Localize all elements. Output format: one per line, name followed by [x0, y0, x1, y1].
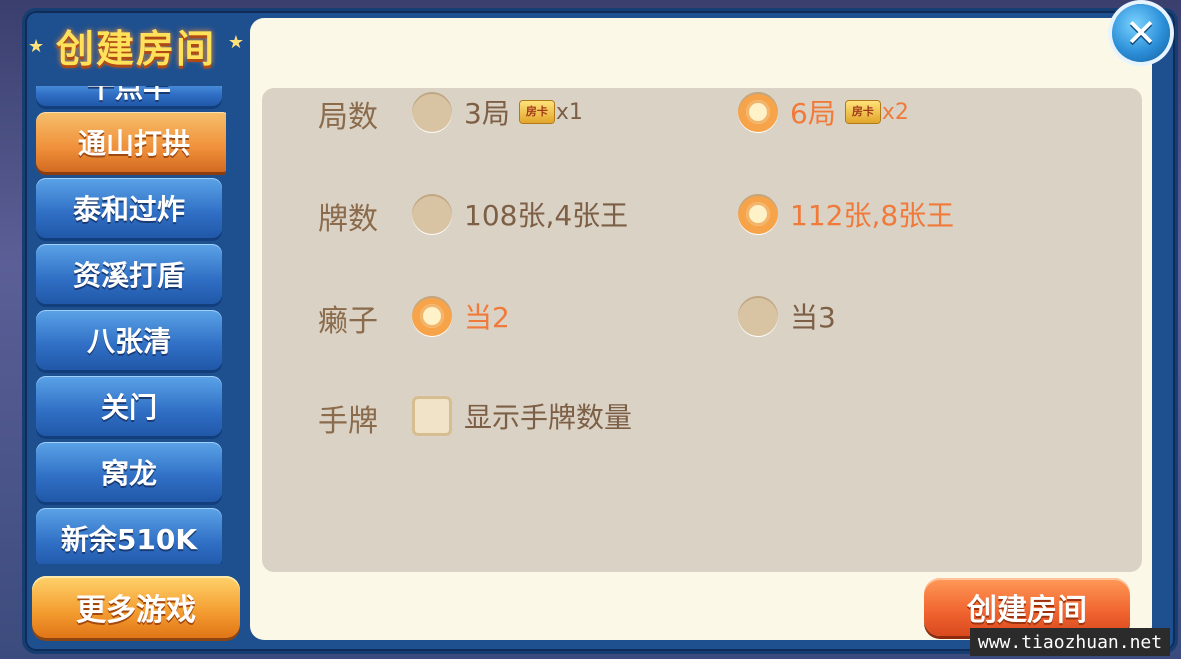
- close-button[interactable]: ✕: [1112, 4, 1170, 62]
- card-multiplier: x2: [881, 99, 909, 125]
- close-icon: ✕: [1125, 11, 1157, 55]
- radio-button[interactable]: [412, 194, 452, 234]
- radio-button-selected[interactable]: [738, 92, 778, 132]
- show-hand-count-checkbox[interactable]: 显示手牌数量: [412, 396, 632, 436]
- sidebar-item-shidianban[interactable]: 十点半: [36, 86, 222, 106]
- hand-label: 手牌: [318, 404, 378, 439]
- watermark: www.tiaozhuan.net: [970, 628, 1170, 656]
- cards-option-108[interactable]: 108张,4张王: [412, 194, 628, 234]
- option-text: 当2: [464, 301, 510, 334]
- radio-button[interactable]: [412, 92, 452, 132]
- sidebar-item-taihe-guozha[interactable]: 泰和过炸: [36, 178, 222, 238]
- radio-button-selected[interactable]: [412, 296, 452, 336]
- wild-option-2[interactable]: 当2: [412, 296, 510, 336]
- dialog-title: 创建房间: [55, 26, 216, 71]
- radio-button-selected[interactable]: [738, 194, 778, 234]
- sidebar-item-zixi-dadun[interactable]: 资溪打盾: [36, 244, 222, 304]
- option-text: 当3: [790, 301, 836, 334]
- room-card-icon: 房卡: [845, 101, 880, 123]
- wild-option-3[interactable]: 当3: [738, 296, 836, 336]
- sidebar-item-guanmen[interactable]: 关门: [36, 376, 222, 436]
- rounds-option-6[interactable]: 6局 房卡 x2: [738, 92, 909, 132]
- room-card-icon: 房卡: [519, 101, 554, 123]
- sidebar-item-bazhangqing[interactable]: 八张清: [36, 310, 222, 370]
- radio-button[interactable]: [738, 296, 778, 336]
- cards-option-112[interactable]: 112张,8张王: [738, 194, 954, 234]
- card-multiplier: x1: [555, 99, 583, 125]
- checkbox-label: 显示手牌数量: [464, 401, 633, 434]
- title-plaque: ★ 创建房间 ★: [26, 14, 246, 76]
- cards-label: 牌数: [318, 202, 378, 237]
- options-area: [262, 88, 1142, 572]
- game-list-sidebar[interactable]: 十点半 通山打拱 泰和过炸 资溪打盾 八张清 关门 窝龙 新余510K: [36, 86, 226, 564]
- sidebar-item-wolong[interactable]: 窝龙: [36, 442, 222, 502]
- wild-label: 癞子: [318, 304, 378, 339]
- rounds-label: 局数: [318, 100, 378, 135]
- star-icon: ★: [227, 32, 244, 53]
- checkbox[interactable]: [412, 396, 452, 436]
- sidebar-item-tongshan-dagong[interactable]: 通山打拱: [36, 112, 226, 172]
- sidebar-item-xinyu-510k[interactable]: 新余510K: [36, 508, 222, 564]
- more-games-button[interactable]: 更多游戏: [32, 576, 240, 638]
- option-text: 108张,4张王: [464, 199, 629, 232]
- option-text: 3局: [464, 97, 510, 130]
- option-text: 6局: [790, 97, 836, 130]
- rounds-option-3[interactable]: 3局 房卡 x1: [412, 92, 583, 132]
- option-text: 112张,8张王: [790, 199, 955, 232]
- star-icon: ★: [28, 36, 45, 57]
